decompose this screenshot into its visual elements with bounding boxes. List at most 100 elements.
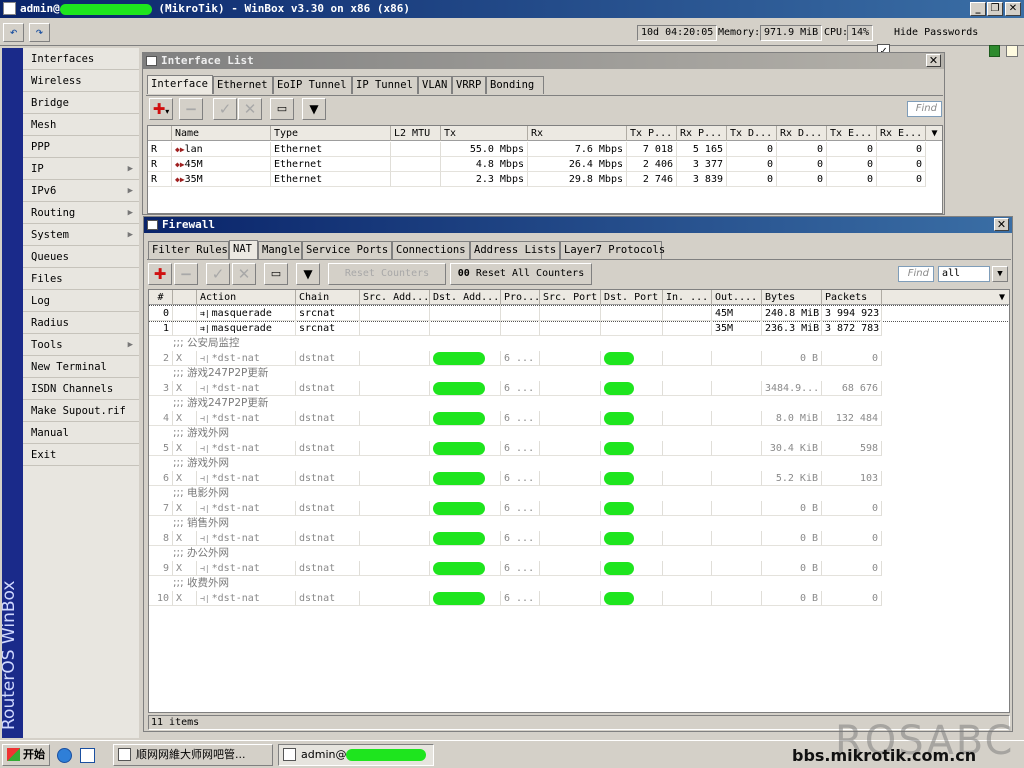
column-header[interactable] bbox=[173, 290, 197, 305]
nat-rule-row[interactable]: 3 X ⊣| *dst-nat dstnat 6 ... 3484.9... 68 676 bbox=[149, 381, 1009, 396]
sidebar-item-ipv6[interactable]: IPv6 ▶ bbox=[23, 180, 139, 202]
nat-rule-row[interactable]: 4 X ⊣| *dst-nat dstnat 6 ... 8.0 MiB 132 484 bbox=[149, 411, 1009, 426]
reset-all-counters-button[interactable]: 00 Reset All Counters bbox=[450, 263, 592, 285]
remove-rule-button[interactable]: − bbox=[174, 263, 198, 285]
firewall-titlebar[interactable]: Firewall ✕ bbox=[144, 217, 1012, 233]
nat-rule-row[interactable]: 6 X ⊣| *dst-nat dstnat 6 ... 5.2 KiB 103 bbox=[149, 471, 1009, 486]
enable-button[interactable]: ✓ bbox=[213, 98, 237, 120]
sidebar-item-new-terminal[interactable]: New Terminal bbox=[23, 356, 139, 378]
tab-fw-nat[interactable]: NAT bbox=[229, 240, 258, 259]
taskbar-item-shunwang[interactable]: 顺网网維大师网吧管... bbox=[113, 744, 273, 766]
add-button[interactable]: ✚▾ bbox=[149, 98, 173, 120]
interface-list-titlebar[interactable]: Interface List ✕ bbox=[143, 53, 944, 69]
column-header[interactable]: Pro... bbox=[501, 290, 540, 305]
sidebar-item-radius[interactable]: Radius bbox=[23, 312, 139, 334]
tab-if-bonding[interactable]: Bonding bbox=[486, 76, 544, 94]
column-header[interactable]: Rx bbox=[528, 126, 627, 141]
add-rule-button[interactable]: ✚ bbox=[148, 263, 172, 285]
taskbar-item-winbox[interactable]: admin@ bbox=[278, 744, 434, 766]
sidebar-item-ip[interactable]: IP ▶ bbox=[23, 158, 139, 180]
winbox-app-icon[interactable] bbox=[3, 2, 16, 15]
sidebar-item-interfaces[interactable]: Interfaces bbox=[23, 48, 139, 70]
enable-rule-button[interactable]: ✓ bbox=[206, 263, 230, 285]
column-header[interactable] bbox=[148, 126, 172, 141]
interface-list-close-button[interactable]: ✕ bbox=[926, 54, 941, 67]
sidebar-item-isdn-channels[interactable]: ISDN Channels bbox=[23, 378, 139, 400]
column-header[interactable]: L2 MTU bbox=[391, 126, 441, 141]
table-row[interactable]: R ◆▶lan Ethernet 55.0 Mbps 7.6 Mbps 7 018 5 16… bbox=[148, 142, 942, 157]
disable-rule-button[interactable]: ✕ bbox=[232, 263, 256, 285]
tab-fw-mangle[interactable]: Mangle bbox=[258, 241, 302, 259]
reset-counters-button[interactable]: Reset Counters bbox=[328, 263, 446, 285]
sidebar-item-ppp[interactable]: PPP bbox=[23, 136, 139, 158]
comment-rule-button[interactable]: ▭ bbox=[264, 263, 288, 285]
sidebar-item-bridge[interactable]: Bridge bbox=[23, 92, 139, 114]
start-button[interactable]: 开始 bbox=[2, 744, 50, 766]
minimize-button[interactable]: _ bbox=[970, 2, 986, 16]
nat-rule-row[interactable]: 1 ⇉| masquerade srcnat 35M 236.3 MiB 3 872 783 bbox=[149, 321, 1009, 336]
chain-filter-select[interactable]: all bbox=[938, 266, 990, 282]
firewall-close-button[interactable]: ✕ bbox=[994, 218, 1009, 231]
interface-find-input[interactable]: Find bbox=[907, 101, 942, 117]
nat-rule-row[interactable]: 10 X ⊣| *dst-nat dstnat 6 ... 0 B0 bbox=[149, 591, 1009, 606]
column-header[interactable]: Dst. Add... bbox=[430, 290, 501, 305]
column-header[interactable]: Type bbox=[271, 126, 391, 141]
tab-if-ethernet[interactable]: Ethernet bbox=[213, 76, 273, 94]
column-header[interactable]: Rx E... bbox=[877, 126, 926, 141]
column-header[interactable]: Out.... bbox=[712, 290, 762, 305]
column-header[interactable]: Tx bbox=[441, 126, 528, 141]
column-header[interactable]: Dst. Port bbox=[601, 290, 663, 305]
browser-icon[interactable] bbox=[57, 748, 72, 763]
sidebar-item-queues[interactable]: Queues bbox=[23, 246, 139, 268]
tab-fw-connections[interactable]: Connections bbox=[392, 241, 470, 259]
undo-button[interactable]: ↶ bbox=[3, 23, 24, 42]
sidebar-item-system[interactable]: System ▶ bbox=[23, 224, 139, 246]
column-header[interactable]: Src. Add... bbox=[360, 290, 430, 305]
nat-rule-row[interactable]: 9 X ⊣| *dst-nat dstnat 6 ... 0 B0 bbox=[149, 561, 1009, 576]
sidebar-item-routing[interactable]: Routing ▶ bbox=[23, 202, 139, 224]
column-header[interactable]: Chain bbox=[296, 290, 360, 305]
column-header[interactable]: In. ... bbox=[663, 290, 712, 305]
column-header[interactable]: Packets bbox=[822, 290, 882, 305]
filter-rule-button[interactable]: ▼ bbox=[296, 263, 320, 285]
tab-fw-address-lists[interactable]: Address Lists bbox=[470, 241, 560, 259]
tab-if-eoip-tunnel[interactable]: EoIP Tunnel bbox=[273, 76, 352, 94]
maximize-button[interactable]: ❐ bbox=[987, 2, 1003, 16]
redo-button[interactable]: ↷ bbox=[29, 23, 50, 42]
firewall-find-input[interactable]: Find bbox=[898, 266, 934, 282]
chain-filter-dropdown[interactable]: ▼ bbox=[992, 266, 1008, 282]
sidebar-item-wireless[interactable]: Wireless bbox=[23, 70, 139, 92]
column-header[interactable]: Bytes bbox=[762, 290, 822, 305]
remove-button[interactable]: − bbox=[179, 98, 203, 120]
nat-rule-row[interactable]: 7 X ⊣| *dst-nat dstnat 6 ... 0 B0 bbox=[149, 501, 1009, 516]
column-header[interactable]: Rx P... bbox=[677, 126, 727, 141]
tab-if-vlan[interactable]: VLAN bbox=[418, 76, 452, 94]
table-row[interactable]: R ◆▶45M Ethernet 4.8 Mbps 26.4 Mbps 2 406 3 37… bbox=[148, 157, 942, 172]
column-header[interactable]: Src. Port bbox=[540, 290, 601, 305]
column-header[interactable]: Rx D... bbox=[777, 126, 827, 141]
tab-if-interface[interactable]: Interface bbox=[147, 75, 213, 94]
tab-if-ip-tunnel[interactable]: IP Tunnel bbox=[352, 76, 418, 94]
nat-rule-row[interactable]: 0 ⇉| masquerade srcnat 45M 240.8 MiB 3 994 923 bbox=[149, 305, 1009, 322]
sidebar-item-exit[interactable]: Exit bbox=[23, 444, 139, 466]
tab-if-vrrp[interactable]: VRRP bbox=[452, 76, 486, 94]
column-header[interactable]: # bbox=[149, 290, 173, 305]
disable-button[interactable]: ✕ bbox=[238, 98, 262, 120]
column-header[interactable]: Action bbox=[197, 290, 296, 305]
column-header[interactable]: Name bbox=[172, 126, 271, 141]
column-header[interactable]: Tx P... bbox=[627, 126, 677, 141]
tab-fw-service-ports[interactable]: Service Ports bbox=[302, 241, 392, 259]
sidebar-item-mesh[interactable]: Mesh bbox=[23, 114, 139, 136]
sidebar-item-files[interactable]: Files bbox=[23, 268, 139, 290]
sidebar-item-manual[interactable]: Manual bbox=[23, 422, 139, 444]
nat-rule-row[interactable]: 5 X ⊣| *dst-nat dstnat 6 ... 30.4 KiB 598 bbox=[149, 441, 1009, 456]
column-header[interactable]: Tx D... bbox=[727, 126, 777, 141]
tab-fw-layer7-protocols[interactable]: Layer7 Protocols bbox=[560, 241, 665, 259]
close-button[interactable]: ✕ bbox=[1005, 2, 1021, 16]
comment-button[interactable]: ▭ bbox=[270, 98, 294, 120]
filter-button[interactable]: ▼ bbox=[302, 98, 326, 120]
sidebar-item-tools[interactable]: Tools ▶ bbox=[23, 334, 139, 356]
column-chooser-button[interactable]: ▼ bbox=[926, 126, 942, 141]
column-chooser-button[interactable]: ▼ bbox=[993, 290, 1009, 305]
nat-rule-row[interactable]: 2 X ⊣| *dst-nat dstnat 6 ... 0 B0 bbox=[149, 351, 1009, 366]
